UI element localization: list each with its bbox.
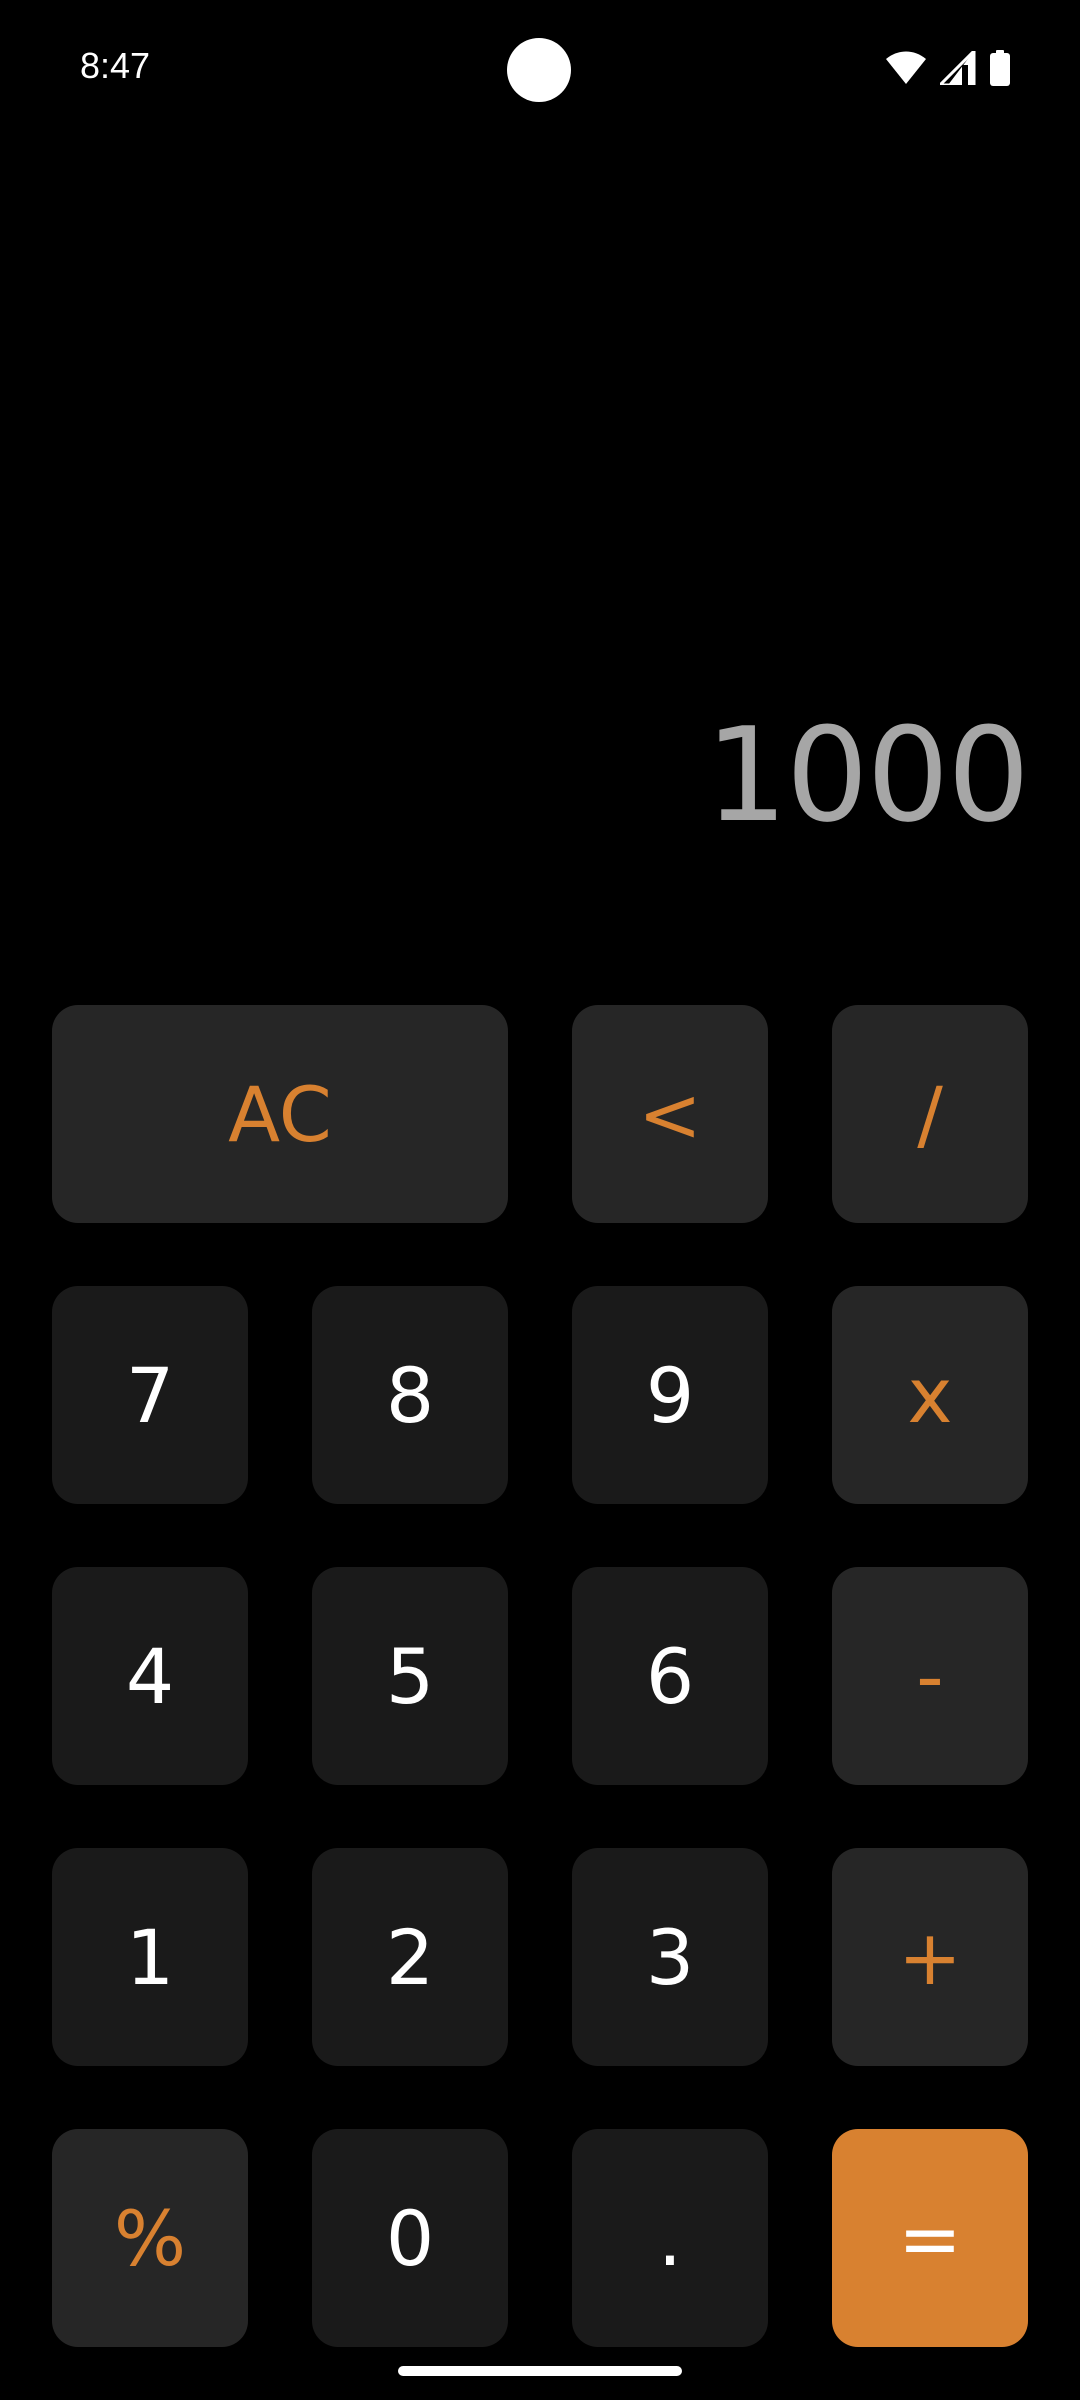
digit-0-button[interactable]: 0 bbox=[312, 2129, 508, 2347]
battery-icon bbox=[990, 50, 1010, 86]
camera-cutout bbox=[507, 38, 571, 102]
divide-button[interactable]: / bbox=[832, 1005, 1028, 1223]
digit-8-button[interactable]: 8 bbox=[312, 1286, 508, 1504]
digit-7-button[interactable]: 7 bbox=[52, 1286, 248, 1504]
digit-2-button[interactable]: 2 bbox=[312, 1848, 508, 2066]
status-bar: 8:47 bbox=[0, 0, 1080, 140]
signal-icon bbox=[940, 51, 976, 85]
digit-4-button[interactable]: 4 bbox=[52, 1567, 248, 1785]
wifi-icon bbox=[886, 51, 926, 85]
digit-5-button[interactable]: 5 bbox=[312, 1567, 508, 1785]
status-time: 8:47 bbox=[80, 45, 151, 86]
percent-button[interactable]: % bbox=[52, 2129, 248, 2347]
display-value: 1000 bbox=[705, 699, 1030, 851]
digit-6-button[interactable]: 6 bbox=[572, 1567, 768, 1785]
clear-button[interactable]: AC bbox=[52, 1005, 508, 1223]
digit-3-button[interactable]: 3 bbox=[572, 1848, 768, 2066]
subtract-button[interactable]: - bbox=[832, 1567, 1028, 1785]
home-indicator[interactable] bbox=[398, 2366, 682, 2376]
multiply-button[interactable]: x bbox=[832, 1286, 1028, 1504]
add-button[interactable]: + bbox=[832, 1848, 1028, 2066]
digit-9-button[interactable]: 9 bbox=[572, 1286, 768, 1504]
equals-button[interactable]: = bbox=[832, 2129, 1028, 2347]
decimal-point-button[interactable]: . bbox=[572, 2129, 768, 2347]
calculator-screen: 8:47 1000 AC < / 7 8 9 x 4 5 6 - 1 2 3 +… bbox=[0, 0, 1080, 2400]
digit-1-button[interactable]: 1 bbox=[52, 1848, 248, 2066]
status-icons bbox=[886, 48, 1010, 88]
backspace-button[interactable]: < bbox=[572, 1005, 768, 1223]
